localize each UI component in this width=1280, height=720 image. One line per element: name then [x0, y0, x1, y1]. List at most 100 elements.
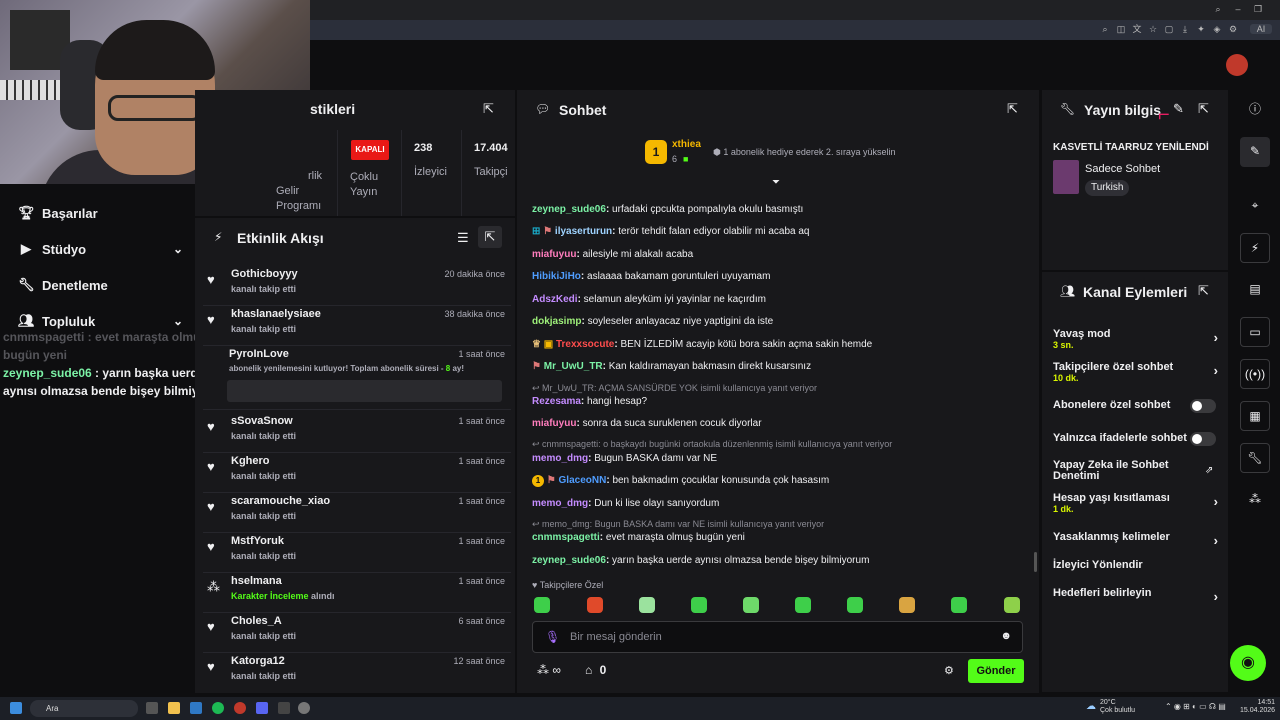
steam-icon[interactable]	[278, 702, 290, 714]
chevron-down-icon: ⌄	[172, 242, 183, 256]
rank-badge: 1	[645, 140, 667, 164]
split-icon[interactable]: ▢	[1164, 24, 1174, 34]
favorite-icon[interactable]: ☆	[1148, 24, 1158, 34]
download-icon[interactable]: ⤓	[1180, 24, 1190, 34]
opera-icon[interactable]	[234, 702, 246, 714]
windows-start-icon[interactable]	[10, 702, 22, 714]
emote[interactable]	[899, 597, 915, 613]
menu-item-studio[interactable]: ▶ Stüdyo ⌄	[18, 237, 183, 261]
emote[interactable]	[691, 597, 707, 613]
support-button[interactable]: ◉	[1230, 645, 1266, 681]
right-sidebar: ⓘ ✎ ⌖ ⚡︎ ▤ ▭ ((•)) ▦ 🔧︎ ⁂ ◉	[1230, 90, 1280, 693]
taskbar-search[interactable]: Ara	[30, 700, 138, 717]
list-item: ⁂ hselmana Karakter İnceleme alındı 1 sa…	[203, 573, 511, 613]
people-icon: 👥︎	[18, 313, 35, 328]
stream-info-panel: 🔧︎ Yayın bilgis ⌐ ✎ ⇱ KASVETLİ TAARRUZ Y…	[1042, 90, 1228, 270]
heart-icon: ♥	[207, 312, 215, 327]
list-item-resub: PyroInLove abonelik yenilemesini kutluyo…	[203, 346, 511, 410]
emote[interactable]	[951, 597, 967, 613]
chat-input[interactable]: 🎙︎ Bir mesaj gönderin ☻	[532, 621, 1023, 653]
layout-icon[interactable]: ▦	[1240, 401, 1270, 431]
account-age-option[interactable]: Hesap yaşı kısıtlaması 1 dk. ›	[1053, 492, 1218, 514]
explorer-icon[interactable]	[168, 702, 180, 714]
heart-icon: ♥	[207, 619, 215, 634]
emote[interactable]	[1004, 597, 1020, 613]
clipboard-icon[interactable]: ▤	[1240, 275, 1270, 305]
chat-icon[interactable]: ▭	[1240, 317, 1270, 347]
emote-only-toggle[interactable]	[1190, 432, 1216, 446]
lightning-icon[interactable]: ⚡︎	[1240, 233, 1270, 263]
tray-icons[interactable]: ⌃ ◉ ⊞ ◐ ▭ ☊ ▤	[1165, 702, 1226, 711]
wrench-icon[interactable]: 🔧︎	[1240, 443, 1270, 473]
subscribers-only-toggle[interactable]	[1190, 399, 1216, 413]
zoom-icon[interactable]: ⌕	[1100, 24, 1110, 34]
settings-icon[interactable]: ⚙	[1228, 24, 1238, 34]
list-item: ♥ Katorga12 kanalı takip etti 12 saat ön…	[207, 655, 505, 681]
weather-widget[interactable]: 20°C Çok bulutlu	[1100, 699, 1135, 715]
emote[interactable]	[639, 597, 655, 613]
clock[interactable]: 14:51 15.04.2026	[1240, 699, 1275, 715]
emote[interactable]	[534, 597, 550, 613]
menu-item-moderation[interactable]: 🔧︎ Denetleme	[18, 273, 183, 297]
translate-icon[interactable]: 文	[1132, 24, 1142, 34]
pinned-user: xthiea	[672, 139, 701, 150]
emote[interactable]	[587, 597, 603, 613]
info-icon[interactable]: ⓘ	[1240, 95, 1270, 125]
chevron-right-icon: ›	[1213, 533, 1218, 548]
pencil-icon[interactable]: ✎	[1240, 137, 1270, 167]
extension-icon[interactable]: ◫	[1116, 24, 1126, 34]
windows-taskbar: Ara ☁ 20°C Çok bulutlu ⌃ ◉ ⊞ ◐ ▭ ☊ ▤ 14:5…	[0, 697, 1280, 720]
edge-icon[interactable]	[190, 702, 202, 714]
points-icon[interactable]: ⁂	[1240, 485, 1270, 515]
spotify-icon[interactable]	[212, 702, 224, 714]
banned-words-option[interactable]: Yasaklanmış kelimeler ›	[1053, 531, 1218, 548]
avatar[interactable]	[1226, 54, 1248, 76]
ai-icon[interactable]: AI	[1250, 24, 1272, 34]
copilot-icon[interactable]: ✦	[1196, 24, 1206, 34]
discord-icon[interactable]	[256, 702, 268, 714]
emote[interactable]	[847, 597, 863, 613]
chat-message: dokjasimp: soyleseler anlayacaz niye yap…	[532, 316, 774, 327]
store-display[interactable]: ⌂ 0	[585, 663, 606, 677]
activity-title: Etkinlik Akışı	[237, 230, 324, 246]
emote[interactable]	[743, 597, 759, 613]
popout-icon[interactable]: ⇱	[1198, 101, 1209, 117]
ai-moderation-option[interactable]: Yapay Zeka ile Sohbet Denetimi	[1053, 460, 1193, 482]
minimize-icon[interactable]: –	[1233, 4, 1243, 14]
emote[interactable]	[795, 597, 811, 613]
popout-icon[interactable]: ⇱	[478, 226, 502, 248]
chat-message: ♕ ▣ Trexxsocute: BEN İZLEDİM acayip kötü…	[532, 339, 873, 350]
emoji-icon[interactable]: ☻	[1000, 630, 1012, 642]
chat-message: miafuyuu: sonra da suca suruklenen cocuk…	[532, 418, 762, 429]
scrollbar[interactable]	[1034, 552, 1037, 572]
shield-icon[interactable]: ◈	[1212, 24, 1222, 34]
popout-icon[interactable]: ⇱	[1198, 283, 1209, 299]
search-icon[interactable]: ⌕	[1213, 4, 1223, 14]
stat-revenue-program: Gelir Programı	[276, 185, 322, 212]
capture-icon[interactable]: ⌖	[1240, 191, 1270, 221]
menu-item-achievements[interactable]: 🏆︎ Başarılar	[18, 201, 183, 225]
followers-only-label: ♥ Takipçilere Özel	[532, 580, 604, 590]
task-view-icon[interactable]	[146, 702, 158, 714]
hair	[95, 20, 215, 80]
obs-icon[interactable]	[298, 702, 310, 714]
collapse-icon[interactable]: ⏷	[772, 177, 780, 188]
goals-option[interactable]: Hedefleri belirleyin ›	[1053, 587, 1218, 604]
chat-message: miafuyuu: ailesiyle mi alakalı acaba	[532, 249, 694, 260]
restore-icon[interactable]: ❐	[1253, 4, 1263, 14]
popout-icon[interactable]: ⇱	[1007, 101, 1018, 117]
followers-only-option[interactable]: Takipçilere özel sohbet 10 dk. ›	[1053, 361, 1218, 383]
edit-icon[interactable]: ✎	[1173, 101, 1184, 117]
points-display[interactable]: ⁂ ∞	[537, 663, 561, 677]
resub-message-box	[227, 380, 502, 402]
slow-mode-option[interactable]: Yavaş mod 3 sn. ›	[1053, 328, 1218, 350]
pinned-count: 6	[672, 154, 678, 164]
broadcast-icon[interactable]: ((•))	[1240, 359, 1270, 389]
filter-icon[interactable]: ☰	[457, 230, 469, 246]
mic-icon[interactable]: 🎙︎	[545, 630, 560, 644]
redirect-option[interactable]: İzleyici Yönlendir	[1053, 559, 1218, 571]
tag-badge: Turkish	[1085, 180, 1130, 196]
gear-icon[interactable]: ⚙	[944, 664, 954, 677]
popout-icon[interactable]: ⇱	[483, 101, 494, 117]
send-button[interactable]: Gönder	[968, 659, 1024, 683]
